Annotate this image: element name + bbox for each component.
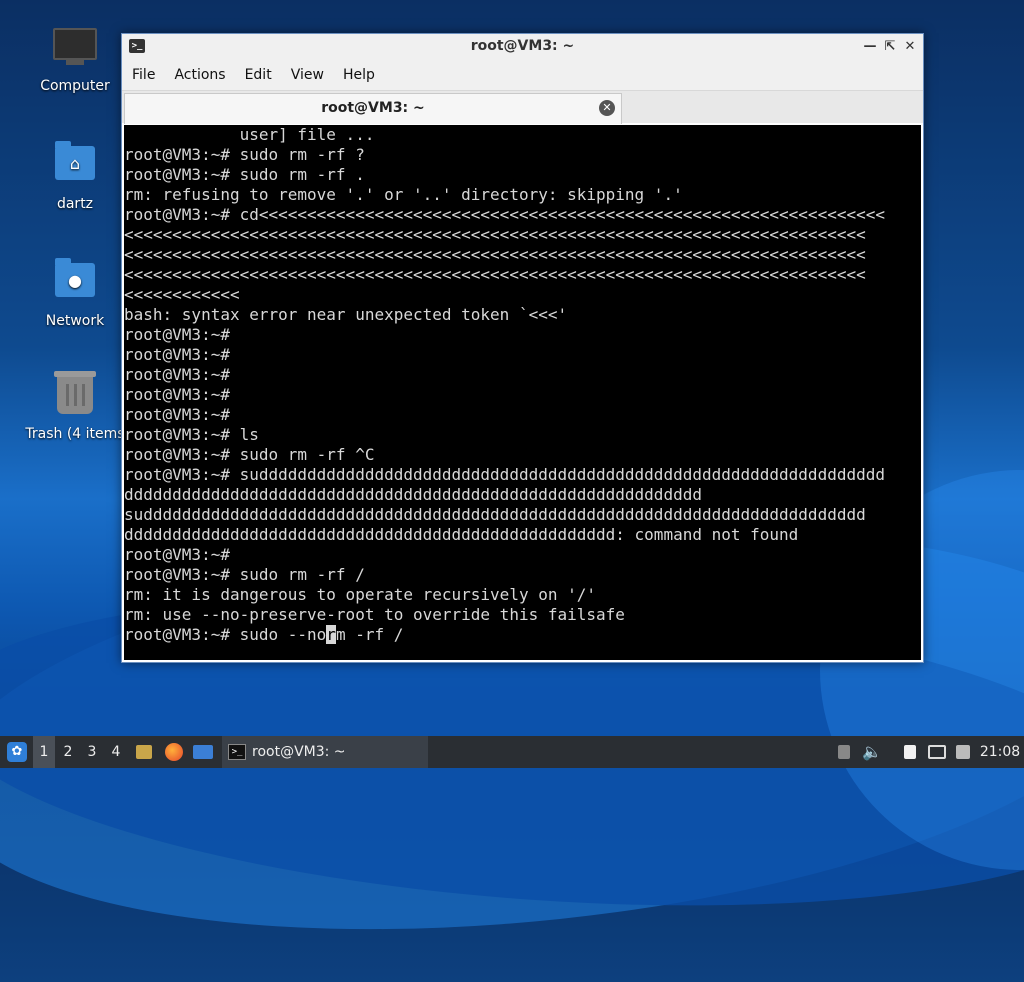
- terminal-line: root@VM3:~#: [124, 385, 230, 404]
- terminal-line: root@VM3:~#: [124, 405, 230, 424]
- network-folder-icon: ●: [51, 258, 99, 307]
- start-menu-button[interactable]: ✿: [4, 736, 30, 768]
- tray-notes[interactable]: [834, 736, 854, 768]
- terminal-line: root@VM3:~#: [124, 545, 230, 564]
- firefox-launcher[interactable]: [163, 736, 185, 768]
- desktop-icon-label: dartz: [56, 196, 94, 212]
- tray-updates[interactable]: [953, 736, 973, 768]
- terminal-line: <<<<<<<<<<<<<<<<<<<<<<<<<<<<<<<<<<<<<<<<…: [124, 225, 866, 244]
- workspace-4[interactable]: 4: [105, 736, 127, 768]
- terminal-line: root@VM3:~# sudo rm -rf ?: [124, 145, 365, 164]
- terminal-line: dddddddddddddddddddddddddddddddddddddddd…: [124, 485, 702, 504]
- window-titlebar[interactable]: >_ root@VM3: ~ — ⇱ ✕: [122, 34, 923, 60]
- terminal-input-line[interactable]: root@VM3:~# sudo --norm -rf /: [124, 625, 921, 645]
- terminal-line: root@VM3:~#: [124, 345, 230, 364]
- terminal-line: rm: it is dangerous to operate recursive…: [124, 585, 597, 604]
- file-manager-launcher[interactable]: [133, 736, 155, 768]
- desktop-icon-label: Trash (4 items: [25, 426, 125, 442]
- tray-volume[interactable]: 🔈: [862, 736, 882, 768]
- terminal-line: bash: syntax error near unexpected token…: [124, 305, 568, 324]
- close-button[interactable]: ✕: [901, 38, 919, 56]
- terminal-line: user] file ...: [124, 125, 375, 144]
- terminal-line: root@VM3:~# sudo rm -rf /: [124, 565, 365, 584]
- text-cursor: r: [326, 625, 336, 644]
- desktop-icon-network[interactable]: ● Network: [20, 257, 130, 329]
- terminal-line: dddddddddddddddddddddddddddddddddddddddd…: [124, 525, 799, 544]
- terminal-line: root@VM3:~#: [124, 365, 230, 384]
- workspace-3[interactable]: 3: [81, 736, 103, 768]
- terminal-line: rm: refusing to remove '.' or '..' direc…: [124, 185, 683, 204]
- taskbar: ✿ 1 2 3 4 >_ root@VM3: ~ 🔈 21:08: [0, 736, 1024, 768]
- menu-view[interactable]: View: [291, 67, 324, 83]
- update-icon: [956, 745, 970, 759]
- terminal-line: root@VM3:~# ls: [124, 425, 259, 444]
- desktop-icon: [193, 745, 213, 759]
- folder-icon: [136, 745, 152, 759]
- trash-icon: [51, 371, 99, 420]
- desktop-icon-trash[interactable]: Trash (4 items: [20, 371, 130, 442]
- xfce-mouse-icon: ✿: [7, 742, 27, 762]
- terminal-icon: >_: [228, 744, 246, 760]
- task-label: root@VM3: ~: [252, 744, 346, 760]
- desktop-icon-label: Network: [45, 313, 105, 329]
- tab-bar: root@VM3: ~ ✕: [122, 90, 923, 124]
- window-title: root@VM3: ~: [470, 38, 575, 54]
- tab-terminal[interactable]: root@VM3: ~ ✕: [124, 93, 622, 124]
- workspace-2[interactable]: 2: [57, 736, 79, 768]
- menu-bar: File Actions Edit View Help: [122, 60, 923, 90]
- network-icon: [928, 745, 946, 759]
- terminal-output[interactable]: user] file ... root@VM3:~# sudo rm -rf ?…: [124, 125, 921, 660]
- terminal-line: root@VM3:~# sudo rm -rf .: [124, 165, 365, 184]
- firefox-icon: [165, 743, 183, 761]
- menu-file[interactable]: File: [132, 67, 155, 83]
- input-text-before-cursor: root@VM3:~# sudo --no: [124, 625, 327, 644]
- workspace-1[interactable]: 1: [33, 736, 55, 768]
- tab-close-icon[interactable]: ✕: [599, 100, 615, 116]
- terminal-line: root@VM3:~# sudo rm -rf ^C: [124, 445, 375, 464]
- minimize-button[interactable]: —: [861, 38, 879, 56]
- tray-clipman[interactable]: [900, 736, 920, 768]
- menu-edit[interactable]: Edit: [245, 67, 272, 83]
- terminal-line: root@VM3:~# cd<<<<<<<<<<<<<<<<<<<<<<<<<<…: [124, 205, 885, 224]
- terminal-line: sudddddddddddddddddddddddddddddddddddddd…: [124, 505, 866, 524]
- home-folder-icon: ⌂: [51, 141, 99, 190]
- notes-icon: [904, 745, 916, 759]
- desktop-icon-computer[interactable]: Computer: [20, 22, 130, 94]
- menu-actions[interactable]: Actions: [174, 67, 225, 83]
- show-desktop-button[interactable]: [192, 736, 214, 768]
- taskbar-task-terminal[interactable]: >_ root@VM3: ~: [222, 736, 428, 768]
- computer-icon: [51, 28, 99, 72]
- terminal-line: <<<<<<<<<<<<<<<<<<<<<<<<<<<<<<<<<<<<<<<<…: [124, 265, 866, 284]
- clipboard-icon: [838, 745, 850, 759]
- clock[interactable]: 21:08: [978, 736, 1022, 768]
- desktop-icon-dartz[interactable]: ⌂ dartz: [20, 140, 130, 212]
- volume-icon: 🔈: [862, 742, 882, 761]
- terminal-line: <<<<<<<<<<<<: [124, 285, 240, 304]
- maximize-button[interactable]: ⇱: [881, 38, 899, 56]
- desktop-icon-label: Computer: [40, 78, 110, 94]
- tray-network[interactable]: [926, 736, 948, 768]
- terminal-window[interactable]: >_ root@VM3: ~ — ⇱ ✕ File Actions Edit V…: [121, 33, 924, 663]
- tab-title: root@VM3: ~: [321, 100, 425, 116]
- input-text-after-cursor: m -rf /: [335, 625, 404, 644]
- menu-help[interactable]: Help: [343, 67, 375, 83]
- terminal-line: <<<<<<<<<<<<<<<<<<<<<<<<<<<<<<<<<<<<<<<<…: [124, 245, 866, 264]
- terminal-line: root@VM3:~# sudddddddddddddddddddddddddd…: [124, 465, 885, 484]
- terminal-line: rm: use --no-preserve-root to override t…: [124, 605, 625, 624]
- terminal-line: root@VM3:~#: [124, 325, 230, 344]
